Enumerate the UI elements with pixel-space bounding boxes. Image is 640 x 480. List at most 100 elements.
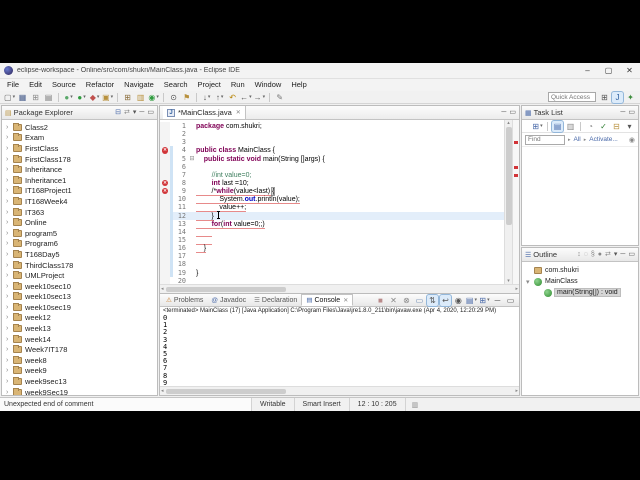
project-item[interactable]: › week13 <box>2 323 157 334</box>
code-line[interactable]: 13 for(int value=0;;) <box>160 219 504 229</box>
menu-source[interactable]: Source <box>47 79 81 91</box>
code-line[interactable]: 19} <box>160 268 504 277</box>
code-line[interactable]: 12 } <box>160 211 504 222</box>
categorized-icon[interactable]: ▤ <box>551 119 564 133</box>
overview-error-mark[interactable] <box>514 174 518 178</box>
scroll-right-icon[interactable]: ▸ <box>515 388 518 394</box>
new-task-icon[interactable]: ⊞ ▾ <box>532 121 543 132</box>
debug-perspective-icon[interactable]: ✦ <box>625 92 636 103</box>
search-icon[interactable]: ⊙ <box>168 92 179 103</box>
mark-occurrences-icon[interactable]: ✎ <box>274 92 285 103</box>
maximize-icon[interactable]: ▭ <box>628 108 635 118</box>
code-text[interactable]: package com.shukri; <box>196 122 262 130</box>
hide-fields-icon[interactable]: ◌ <box>584 250 588 260</box>
editor-vertical-scrollbar[interactable]: ▴ ▾ <box>504 120 512 284</box>
project-item[interactable]: › week10sec19 <box>2 302 157 313</box>
activate-link[interactable]: Activate... <box>589 136 618 143</box>
expand-arrow-icon[interactable]: › <box>6 134 13 141</box>
outline-item[interactable]: com.shukri <box>522 265 638 276</box>
expand-arrow-icon[interactable]: › <box>6 209 13 216</box>
menu-window[interactable]: Window <box>250 79 287 91</box>
code-line[interactable]: ✕ 8 int last =10; <box>160 178 504 188</box>
open-task-icon[interactable]: ⚑ <box>181 92 192 103</box>
expand-arrow-icon[interactable]: › <box>6 389 13 395</box>
expand-arrow-icon[interactable]: › <box>6 378 13 385</box>
tab-declaration[interactable]: ☰ Declaration <box>250 294 301 306</box>
code-line[interactable]: 5 ⊟ public static void main(String []args… <box>160 154 504 163</box>
code-text[interactable]: System.out.println(value); <box>196 195 300 205</box>
back-icon[interactable]: ← ▾ <box>240 92 252 103</box>
open-console-icon[interactable]: ⊞ ▾ <box>479 295 490 306</box>
collapse-all-icon[interactable]: ⊟ <box>115 108 121 118</box>
console-horizontal-scrollbar[interactable]: ◂ ▸ <box>160 386 519 395</box>
display-selected-console-icon[interactable]: ▤ ▾ <box>466 295 477 306</box>
minimize-button[interactable]: – <box>577 63 598 78</box>
next-annotation-icon[interactable]: ↓ ▾ <box>201 92 212 103</box>
new-java-project-icon[interactable]: ⊞ <box>122 92 133 103</box>
expand-arrow-icon[interactable]: › <box>6 187 13 194</box>
expand-arrow-icon[interactable]: › <box>6 166 13 173</box>
code-text[interactable]: /*while(value<last) { <box>196 187 276 197</box>
link-with-editor-icon[interactable]: ⇄ <box>605 250 611 260</box>
code-line[interactable]: ✕ 4 public class MainClass { <box>160 146 504 155</box>
code-line[interactable]: 3 <box>160 138 504 147</box>
scheduled-icon[interactable]: ▥ <box>565 121 576 132</box>
new-wizard-icon[interactable]: ▢ ▾ <box>4 92 15 103</box>
help-icon[interactable]: ◉ <box>629 136 635 144</box>
minimize-icon[interactable]: ─ <box>501 108 506 118</box>
tab-task-list[interactable]: ▦ Task List <box>525 108 563 117</box>
scroll-up-icon[interactable]: ▴ <box>507 120 510 126</box>
expand-arrow-icon[interactable]: › <box>6 198 13 205</box>
quick-access-input[interactable] <box>548 92 596 102</box>
menu-project[interactable]: Project <box>193 79 226 91</box>
remove-launch-icon[interactable]: ✕ <box>388 295 399 306</box>
scroll-thumb[interactable] <box>165 388 286 394</box>
console-output[interactable]: 0123456789 <box>160 315 519 386</box>
profile-icon[interactable]: ◆ ▾ <box>89 92 100 103</box>
code-text[interactable]: int last =10; <box>196 179 249 187</box>
project-item[interactable]: › Week7IT178 <box>2 344 157 355</box>
minimize-icon[interactable]: ─ <box>620 108 625 118</box>
outline-item[interactable]: main(String[]) : void <box>522 287 638 298</box>
save-all-icon[interactable]: ⊞ <box>30 92 41 103</box>
expand-arrow-icon[interactable]: › <box>6 293 13 300</box>
expand-arrow-icon[interactable]: › <box>6 283 13 290</box>
project-item[interactable]: › Inheritance <box>2 164 157 175</box>
project-item[interactable]: › week10sec10 <box>2 281 157 292</box>
expand-arrow-icon[interactable]: › <box>6 230 13 237</box>
tab-javadoc[interactable]: @ Javadoc <box>207 294 250 306</box>
project-item[interactable]: › week9 <box>2 366 157 377</box>
debug-icon[interactable]: ● ▾ <box>63 92 74 103</box>
editor-horizontal-scrollbar[interactable]: ◂ ▸ <box>160 284 519 293</box>
expand-arrow-icon[interactable]: › <box>6 304 13 311</box>
project-item[interactable]: › UMLProject <box>2 270 157 281</box>
word-wrap-icon[interactable]: ↩ <box>438 293 452 307</box>
menu-edit[interactable]: Edit <box>24 79 47 91</box>
code-line[interactable]: 6 <box>160 162 504 171</box>
overview-error-mark[interactable] <box>514 165 518 169</box>
menu-refactor[interactable]: Refactor <box>81 79 119 91</box>
scroll-thumb[interactable] <box>505 127 512 226</box>
sort-icon[interactable]: ↕ <box>577 250 581 260</box>
scroll-left-icon[interactable]: ◂ <box>161 286 164 292</box>
expand-arrow-icon[interactable]: › <box>6 367 13 374</box>
tab-outline[interactable]: ☰ Outline <box>525 250 557 259</box>
code-line[interactable]: 20 <box>160 276 504 284</box>
code-line[interactable]: 17 <box>160 252 504 261</box>
remove-all-launches-icon[interactable]: ⊗ <box>401 295 412 306</box>
maximize-button[interactable]: ▢ <box>598 63 619 78</box>
minimize-icon[interactable]: ─ <box>620 250 625 260</box>
expand-arrow-icon[interactable]: › <box>6 124 13 131</box>
close-button[interactable]: ✕ <box>619 63 640 78</box>
code-text[interactable]: public static void main(String []args) { <box>196 155 325 163</box>
overview-error-mark[interactable] <box>514 141 518 145</box>
pin-console-icon[interactable]: ◉ <box>453 295 464 306</box>
expand-arrow-icon[interactable]: › <box>6 272 13 279</box>
scroll-thumb[interactable] <box>165 286 286 292</box>
minimize-icon[interactable]: ─ <box>139 108 144 118</box>
project-item[interactable]: › IT168Project1 <box>2 186 157 197</box>
expand-arrow-icon[interactable]: ▾ <box>526 278 534 286</box>
view-menu-icon[interactable]: ▾ <box>133 108 137 118</box>
expand-arrow-icon[interactable]: › <box>6 314 13 321</box>
forward-icon[interactable]: → ▾ <box>254 92 266 103</box>
